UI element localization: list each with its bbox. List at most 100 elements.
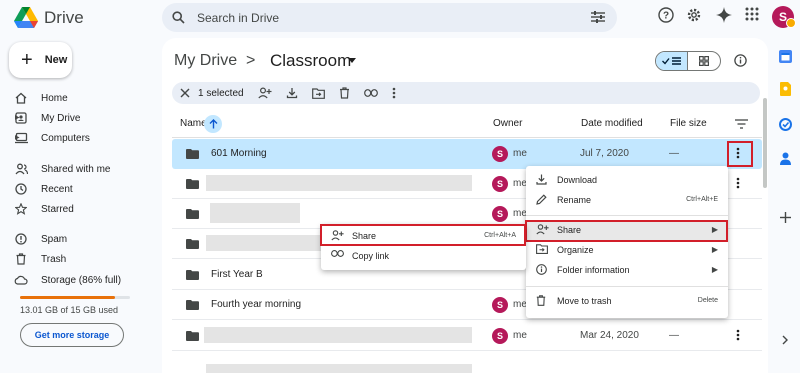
apps-grid-icon[interactable] (745, 7, 759, 21)
table-row[interactable]: S me Mar 24, 2020 — (172, 321, 762, 351)
more-vert-icon[interactable] (736, 177, 740, 189)
drive-logo[interactable]: Drive (14, 7, 84, 28)
search-icon[interactable] (172, 11, 185, 24)
collapse-panel-button[interactable] (782, 334, 788, 348)
download-action-button[interactable] (286, 87, 298, 99)
sparkle-icon[interactable] (716, 7, 732, 23)
move-action-button[interactable] (311, 87, 325, 99)
move-folder-icon (311, 87, 325, 99)
view-toggle[interactable] (655, 51, 721, 71)
tasks-app-button[interactable] (779, 118, 792, 134)
sort-direction-button[interactable] (204, 115, 222, 133)
new-button-label: New (44, 54, 68, 66)
table-row[interactable] (172, 352, 762, 373)
help-icon[interactable]: ? (658, 7, 674, 23)
copy-link-action-button[interactable] (363, 89, 378, 97)
list-view-button[interactable] (656, 52, 689, 70)
menu-item-rename[interactable]: Rename Ctrl+Alt+E (526, 190, 728, 210)
menu-item-download[interactable]: Download (526, 170, 728, 190)
owner-avatar: S (492, 146, 508, 162)
file-name: 601 Morning (211, 148, 267, 159)
menu-item-label: Download (557, 175, 598, 185)
search-bar[interactable]: Search in Drive (162, 3, 617, 32)
chevron-right-icon (782, 335, 788, 345)
storage-usage-text: 13.01 GB of 15 GB used (20, 305, 119, 315)
header-divider (172, 137, 762, 138)
sidebar-item-my-drive[interactable]: My Drive (14, 109, 80, 127)
search-input[interactable]: Search in Drive (197, 11, 279, 25)
support-button[interactable]: ? (658, 7, 674, 23)
keep-icon (780, 82, 791, 96)
apps-button[interactable] (745, 7, 759, 21)
spam-icon (14, 233, 28, 245)
context-menu: Download Rename Ctrl+Alt+E Share ▶ Organ… (526, 166, 728, 318)
column-header-name[interactable]: Name (180, 118, 207, 129)
sidebar-item-label: My Drive (41, 112, 81, 124)
plus-icon (780, 212, 791, 223)
grid-view-button[interactable] (688, 52, 720, 70)
more-vert-icon[interactable] (736, 329, 740, 341)
search-options-icon[interactable] (591, 11, 605, 23)
column-header-date[interactable]: Date modified (581, 118, 643, 129)
menu-item-move-to-trash[interactable]: Move to trash Delete (526, 291, 728, 311)
sidebar-item-recent[interactable]: Recent (14, 180, 73, 198)
selection-toolbar: 1 selected (172, 82, 760, 104)
trash-icon (339, 87, 349, 99)
column-header-size[interactable]: File size (670, 118, 707, 129)
folder-icon (186, 239, 199, 249)
arrow-up-icon (209, 119, 217, 129)
highlight-box (320, 224, 526, 246)
calendar-app-button[interactable] (779, 50, 792, 66)
settings-button[interactable] (686, 7, 702, 23)
owner-text: me (513, 299, 527, 310)
my-drive-icon (14, 112, 28, 124)
menu-item-label: Organize (557, 245, 594, 255)
table-row[interactable]: 601 Morning S me Jul 7, 2020 — (172, 139, 762, 169)
sidebar-item-shared-with-me[interactable]: Shared with me (14, 160, 110, 178)
pencil-icon (536, 194, 547, 205)
breadcrumb-root[interactable]: My Drive (174, 52, 237, 70)
close-icon[interactable] (180, 88, 190, 98)
sidebar-item-starred[interactable]: Starred (14, 200, 74, 218)
sidebar-item-storage[interactable]: Storage (86% full) (14, 271, 121, 289)
sidebar-item-trash[interactable]: Trash (14, 250, 66, 268)
cloud-icon (14, 275, 28, 285)
new-button[interactable]: + New (9, 42, 72, 78)
gear-icon[interactable] (686, 7, 702, 23)
get-more-storage-button[interactable]: Get more storage (20, 323, 124, 347)
more-actions-button[interactable] (392, 87, 396, 99)
highlight-box (525, 220, 728, 242)
sidebar-item-label: Home (41, 92, 68, 104)
add-app-button[interactable] (780, 212, 791, 226)
scrollbar-thumb[interactable] (763, 98, 767, 188)
star-icon (14, 203, 28, 215)
highlight-box (727, 141, 753, 167)
owner-avatar: S (492, 206, 508, 222)
sidebar-item-home[interactable]: Home (14, 89, 68, 107)
gemini-button[interactable] (716, 7, 732, 23)
caret-down-icon[interactable] (348, 58, 356, 63)
sidebar-item-label: Trash (41, 253, 67, 265)
redacted-name (206, 364, 472, 373)
info-icon[interactable] (734, 54, 747, 67)
breadcrumb-current[interactable]: Classroom (270, 51, 351, 71)
grid-view-icon (699, 56, 709, 66)
column-header-owner[interactable]: Owner (493, 118, 522, 129)
menu-item-folder-information[interactable]: Folder information ▶ (526, 260, 728, 280)
trash-action-button[interactable] (339, 87, 350, 99)
sidebar-item-spam[interactable]: Spam (14, 230, 67, 248)
file-name: First Year B (211, 269, 263, 280)
sort-options-icon[interactable] (735, 119, 748, 129)
contacts-app-button[interactable] (780, 152, 791, 168)
menu-item-organize[interactable]: Organize ▶ (526, 240, 728, 260)
home-icon (14, 92, 28, 104)
share-action-button[interactable] (257, 87, 272, 99)
check-list-icon (661, 57, 681, 65)
sidebar-item-computers[interactable]: Computers (14, 129, 90, 147)
menu-divider (526, 286, 728, 287)
move-folder-icon (536, 244, 548, 254)
download-icon (286, 88, 297, 99)
owner-avatar: S (492, 176, 508, 192)
submenu-item-copy-link[interactable]: Copy link (321, 246, 526, 266)
keep-app-button[interactable] (780, 82, 791, 99)
